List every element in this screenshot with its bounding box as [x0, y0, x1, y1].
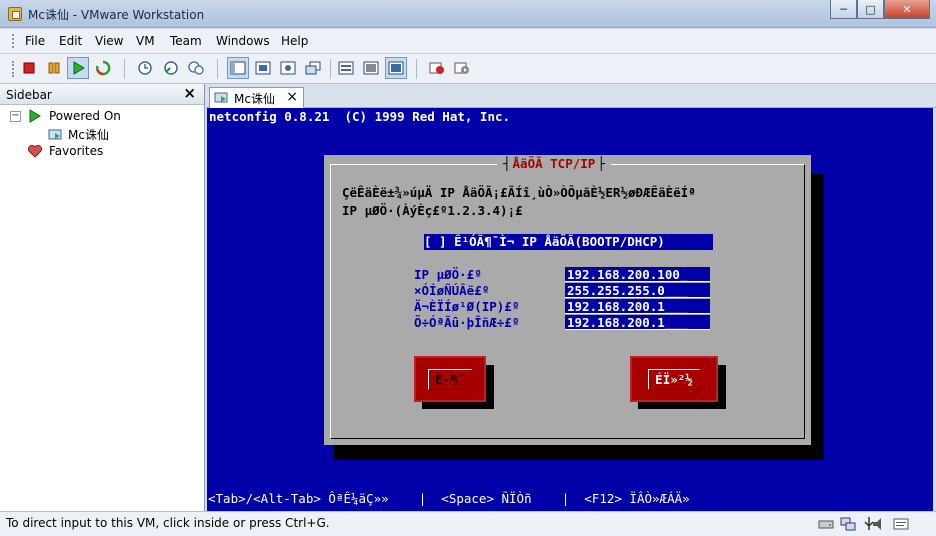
netmask-label: ×ÓÍøÑÚÂë£º [414, 283, 490, 298]
tree-item-label: Mc诛仙 [68, 128, 109, 142]
vm-icon [214, 92, 228, 103]
collapse-toggle[interactable]: − [10, 110, 21, 122]
revert-snapshot-icon[interactable] [160, 57, 182, 79]
toolbar-separator [416, 59, 417, 79]
window-controls: ─ □ ✕ [830, 0, 930, 20]
maximize-button[interactable]: □ [857, 0, 884, 19]
message-icon[interactable] [893, 516, 909, 532]
quick-switch-icon[interactable] [227, 57, 249, 79]
nameserver-input[interactable]: 192.168.200.1___ [565, 315, 710, 330]
powered-on-icon [29, 109, 41, 123]
menu-file[interactable]: File [25, 34, 45, 48]
back-button[interactable]: ÉÏ»²½ [630, 356, 718, 402]
status-bar: To direct input to this VM, click inside… [0, 511, 936, 536]
menu-grip [12, 34, 15, 48]
dialog-title: ÅäÖÃ TCP/IP [497, 156, 611, 171]
pause-icon[interactable] [43, 57, 65, 79]
minimize-button[interactable]: ─ [830, 0, 857, 19]
vm-console[interactable]: netconfig 0.8.21 (C) 1999 Red Hat, Inc. … [207, 108, 933, 511]
toolbar-separator [217, 59, 218, 79]
sidebar: Sidebar × − Powered On Mc诛仙 Favorites [0, 84, 205, 511]
nameserver-label: Ö÷ÓªÃû·þÎñÆ÷£º [414, 315, 520, 330]
window-title: Mc诛仙 - VMware Workstation [28, 8, 205, 22]
ip-address-label: IP µØÖ·£º [414, 267, 482, 282]
toolbar-separator [330, 59, 331, 79]
tree-item-favorites[interactable]: Favorites [27, 144, 103, 158]
snapshot-icon[interactable] [134, 57, 156, 79]
tree-item-label: Favorites [49, 144, 104, 158]
sidebar-close-button[interactable]: × [183, 84, 196, 102]
menu-help[interactable]: Help [281, 34, 308, 48]
tab-vm[interactable]: Mc诛仙 × [209, 87, 304, 108]
menu-edit[interactable]: Edit [59, 34, 82, 48]
menu-view[interactable]: View [95, 34, 123, 48]
menu-bar: File Edit View VM Team Windows Help [0, 29, 936, 54]
gateway-input[interactable]: 192.168.200.1___ [565, 299, 710, 314]
toolbar-separator [124, 59, 125, 79]
sidebar-title: Sidebar [6, 88, 52, 102]
dialog-intro-line1: ÇëÊäÈë±¾»úµÄ IP ÅäÖÃ¡£ÃÍî¸ùÒ»ÒÔµãÈ½ER½øÐ… [342, 185, 696, 200]
heart-icon [27, 144, 43, 158]
back-button-label: ÉÏ»²½ [648, 368, 700, 390]
fullscreen-icon[interactable] [252, 57, 274, 79]
record-icon[interactable] [426, 57, 448, 79]
menu-vm[interactable]: VM [136, 34, 155, 48]
dialog-intro-line2: IP µØÖ·(ÀýÈç£º1.2.3.4)¡£ [342, 203, 523, 218]
tab-close-button[interactable]: × [286, 89, 298, 105]
tree-group-label: Powered On [49, 109, 121, 123]
tab-strip: Mc诛仙 × [206, 84, 936, 108]
sidebar-header: Sidebar × [0, 84, 204, 105]
keyboard-help-line: <Tab>/<Alt-Tab> ÔªÊ¼äÇ»» | <Space> ÑÏÒñ … [208, 491, 690, 506]
console-view-icon[interactable] [360, 57, 382, 79]
summary-icon[interactable] [335, 57, 357, 79]
snapshot-manager-icon[interactable] [185, 57, 207, 79]
title-bar: Mc诛仙 - VMware Workstation ─ □ ✕ [0, 0, 936, 28]
hard-disk-icon[interactable] [818, 516, 834, 532]
close-button[interactable]: ✕ [884, 0, 930, 19]
toolbar-grip [12, 61, 14, 77]
tree-group-powered-on[interactable]: − Powered On [10, 109, 121, 123]
tcpip-dialog: ÅäÖÃ TCP/IP ÇëÊäÈë±¾»úµÄ IP ÅäÖÃ¡£ÃÍî¸ùÒ… [324, 155, 811, 445]
console-switch-icon[interactable] [302, 57, 324, 79]
dhcp-checkbox[interactable]: [ ] Ê¹ÓÃ¶¯Ì¬ IP ÅäÖÃ(BOOTP/DHCP) [424, 234, 713, 250]
tab-label: Mc诛仙 [234, 91, 275, 106]
tree-item-vm[interactable]: Mc诛仙 [48, 126, 109, 143]
appliance-view-icon[interactable] [385, 57, 407, 79]
ip-address-input[interactable]: 192.168.200.100_ [565, 267, 710, 282]
gateway-label: Ä¬ÈÏÍø¹Ø(IP)£º [414, 299, 520, 314]
status-text: To direct input to this VM, click inside… [6, 516, 330, 530]
menu-windows[interactable]: Windows [216, 34, 270, 48]
network-icon[interactable] [840, 516, 856, 532]
ok-button-label: È·¶¨ [427, 368, 473, 390]
sound-icon[interactable] [871, 516, 887, 532]
reset-icon[interactable] [92, 57, 114, 79]
netmask-input[interactable]: 255.255.255.0___ [565, 283, 710, 298]
netconfig-header: netconfig 0.8.21 (C) 1999 Red Hat, Inc. [209, 109, 511, 124]
toolbar [0, 54, 936, 84]
vmware-app-icon [8, 7, 22, 21]
vm-icon [48, 129, 62, 139]
ok-button[interactable]: È·¶¨ [414, 356, 486, 402]
menu-team[interactable]: Team [170, 34, 202, 48]
replay-icon[interactable] [451, 57, 473, 79]
stop-icon[interactable] [18, 57, 40, 79]
play-icon[interactable] [67, 57, 89, 79]
unity-icon[interactable] [277, 57, 299, 79]
